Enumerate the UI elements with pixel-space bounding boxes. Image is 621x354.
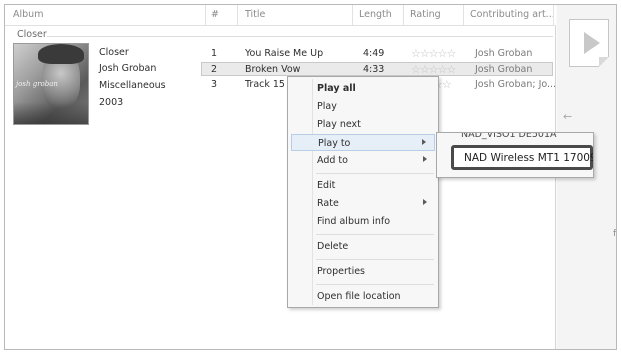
- context-menu: Play all Play Play next Play to Add to E…: [287, 76, 439, 308]
- column-header-rating[interactable]: Rating: [410, 9, 441, 20]
- menu-separator: [316, 173, 434, 174]
- track-artist: Josh Groban; Jo...: [475, 79, 557, 90]
- track-title: Broken Vow: [245, 64, 301, 75]
- column-divider: [237, 5, 238, 26]
- column-divider: [205, 5, 206, 26]
- column-header-row: Album # Title Length Rating Contributing…: [5, 5, 556, 26]
- album-art-caption: josh groban: [16, 80, 58, 88]
- menu-item-properties[interactable]: Properties: [291, 263, 435, 280]
- track-number: 2: [211, 64, 218, 75]
- submenu-item-device-highlighted[interactable]: NAD Wireless MT1 170098: [451, 145, 593, 170]
- menu-item-delete[interactable]: Delete: [291, 238, 435, 255]
- menu-item-edit[interactable]: Edit: [291, 177, 435, 194]
- album-artist: Josh Groban: [99, 63, 157, 74]
- album-year: 2003: [99, 97, 124, 108]
- menu-item-find-album-info[interactable]: Find album info: [291, 213, 435, 230]
- menu-separator: [316, 259, 434, 260]
- menu-item-label: Play: [317, 101, 337, 112]
- media-file-thumbnail[interactable]: [569, 19, 609, 67]
- rating-stars[interactable]: ☆☆☆☆☆: [411, 63, 456, 76]
- submenu-item-label: NAD Wireless MT1 170098: [464, 152, 594, 164]
- menu-item-play-next[interactable]: Play next: [291, 116, 435, 133]
- menu-item-label: Open file location: [317, 291, 401, 302]
- track-row-selected[interactable]: 2 Broken Vow 4:33 ☆☆☆☆☆ Josh Groban: [201, 62, 553, 76]
- play-to-submenu: NAD_VISO1 DE501A NAD Wireless MT1 170098: [436, 132, 594, 178]
- menu-item-label: Rate: [317, 198, 339, 209]
- album-art-hair: [38, 44, 84, 64]
- menu-item-label: Play to: [318, 138, 351, 149]
- track-number: 1: [211, 48, 218, 59]
- menu-item-label: Delete: [317, 241, 349, 252]
- album-genre: Miscellaneous: [99, 80, 166, 91]
- submenu-arrow-icon: [423, 199, 427, 205]
- menu-item-label: Edit: [317, 180, 336, 191]
- menu-item-label: Find album info: [317, 216, 391, 227]
- side-panel-text-fragment: f: [613, 229, 617, 239]
- track-length: 4:33: [363, 64, 385, 75]
- album-art-shadow: [14, 102, 88, 124]
- menu-item-play[interactable]: Play: [291, 98, 435, 115]
- back-arrow-icon[interactable]: ←: [563, 110, 572, 123]
- menu-item-add-to[interactable]: Add to: [291, 152, 435, 169]
- column-header-length[interactable]: Length: [359, 9, 392, 20]
- menu-item-play-to[interactable]: Play to: [291, 134, 435, 151]
- album-group-label: Closer: [17, 29, 47, 40]
- rating-stars[interactable]: ☆☆☆☆☆: [411, 47, 456, 60]
- album-art[interactable]: josh groban: [13, 43, 89, 125]
- menu-item-label: Add to: [317, 155, 348, 166]
- submenu-arrow-icon: [423, 156, 427, 162]
- column-divider: [463, 5, 464, 26]
- track-title: Track 15: [245, 79, 285, 90]
- menu-separator: [316, 284, 434, 285]
- track-length: 4:49: [363, 48, 385, 59]
- menu-item-rate[interactable]: Rate: [291, 195, 435, 212]
- page-fold: [599, 57, 609, 67]
- column-divider: [553, 5, 554, 26]
- track-artist: Josh Groban: [475, 48, 533, 59]
- column-divider: [352, 5, 353, 26]
- album-name: Closer: [99, 47, 129, 58]
- menu-item-play-all[interactable]: Play all: [291, 80, 435, 97]
- menu-item-label: Properties: [317, 266, 366, 277]
- column-header-number[interactable]: #: [211, 9, 219, 20]
- group-divider: [47, 36, 553, 37]
- menu-item-open-file-location[interactable]: Open file location: [291, 288, 435, 305]
- play-icon: [584, 32, 600, 54]
- submenu-arrow-icon: [422, 139, 426, 145]
- column-header-contributing-artist[interactable]: Contributing art...: [470, 9, 555, 20]
- column-header-album[interactable]: Album: [13, 9, 43, 20]
- submenu-item-device[interactable]: NAD_VISO1 DE501A: [461, 133, 557, 140]
- column-header-title[interactable]: Title: [245, 9, 265, 20]
- track-row[interactable]: 1 You Raise Me Up 4:49 ☆☆☆☆☆ Josh Groban: [201, 47, 553, 61]
- menu-item-label: Play next: [317, 119, 361, 130]
- track-number: 3: [211, 79, 218, 90]
- menu-separator: [316, 234, 434, 235]
- column-divider: [403, 5, 404, 26]
- track-title: You Raise Me Up: [245, 48, 324, 59]
- track-artist: Josh Groban: [475, 64, 533, 75]
- menu-item-label: Play all: [317, 83, 356, 94]
